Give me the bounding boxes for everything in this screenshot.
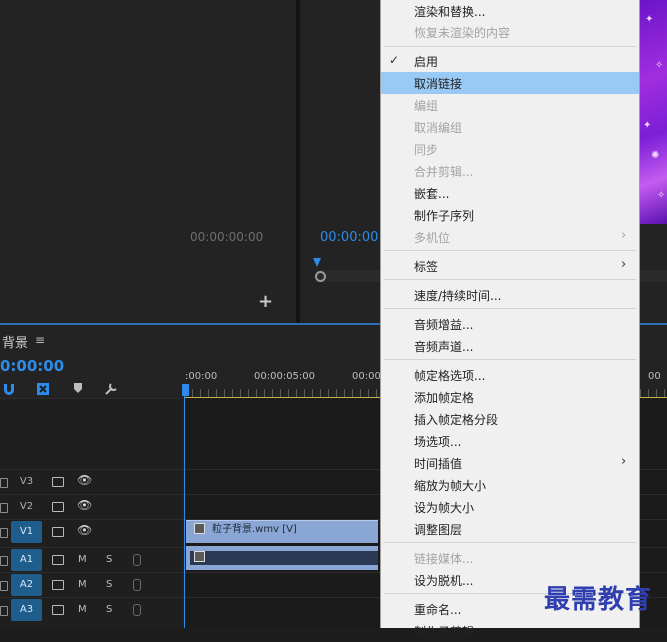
menu-item-audio-gain[interactable]: 音频增益... [381, 313, 639, 335]
sequence-tab-label[interactable]: 背景 [2, 332, 28, 351]
fx-badge-icon [194, 523, 205, 534]
track-label[interactable]: A2 [11, 574, 42, 596]
add-button[interactable]: + [258, 293, 273, 311]
menu-item-label[interactable]: 标签 › [381, 255, 639, 277]
mic-icon[interactable] [133, 554, 141, 566]
check-icon: ✓ [389, 53, 400, 67]
mute-button[interactable]: M [78, 554, 87, 565]
menu-item-ungroup[interactable]: 取消编组 [381, 116, 639, 138]
mic-icon[interactable] [133, 579, 141, 591]
menu-separator [384, 46, 636, 47]
lock-icon[interactable] [0, 503, 8, 513]
program-timecode[interactable]: 00:00:00 [320, 230, 378, 245]
sync-lock-icon[interactable] [52, 555, 64, 565]
eye-icon[interactable]: 👁 [77, 473, 92, 487]
divider [0, 398, 184, 399]
solo-button[interactable]: S [106, 554, 112, 565]
menu-item-nest[interactable]: 嵌套... [381, 182, 639, 204]
lock-icon[interactable] [0, 581, 8, 591]
ruler-label: 00:00 [352, 371, 381, 382]
sparkle-icon: ✦ [645, 14, 654, 25]
playhead-icon[interactable] [182, 384, 189, 396]
menu-item-group[interactable]: 编组 [381, 94, 639, 116]
menu-item-render-replace[interactable]: 渲染和替换... [381, 0, 639, 22]
program-playhead-icon[interactable] [313, 258, 321, 267]
menu-separator [384, 250, 636, 251]
linked-selection-icon[interactable] [36, 382, 50, 396]
sparkle-icon: ✧ [655, 60, 664, 71]
lock-icon[interactable] [0, 556, 8, 566]
menu-item-insert-frame-hold-segment[interactable]: 插入帧定格分段 [381, 408, 639, 430]
mute-button[interactable]: M [78, 604, 87, 615]
menu-item-add-frame-hold[interactable]: 添加帧定格 [381, 386, 639, 408]
track-label[interactable]: A1 [11, 549, 42, 571]
menu-separator [384, 542, 636, 543]
menu-item-synchronize[interactable]: 同步 [381, 138, 639, 160]
sync-lock-icon[interactable] [52, 605, 64, 615]
sparkle-icon: ✺ [651, 150, 660, 161]
menu-item-scale-to-frame-size[interactable]: 缩放为帧大小 [381, 474, 639, 496]
ruler-label: :00:00 [185, 371, 218, 382]
eye-icon[interactable]: 👁 [77, 523, 92, 537]
menu-item-merge-clips[interactable]: 合并剪辑... [381, 160, 639, 182]
menu-item-adjustment-layer[interactable]: 调整图层 [381, 518, 639, 540]
playhead-line [184, 396, 185, 628]
menu-item-set-to-frame-size[interactable]: 设为帧大小 [381, 496, 639, 518]
menu-item-time-interpolation[interactable]: 时间插值 › [381, 452, 639, 474]
menu-item-field-options[interactable]: 场选项... [381, 430, 639, 452]
sparkle-icon: ✧ [657, 190, 666, 201]
source-timecode[interactable]: 00:00:00:00 [190, 230, 263, 244]
menu-item-unlink[interactable]: 取消链接 [381, 72, 639, 94]
magnet-icon[interactable] [2, 382, 16, 396]
fx-badge-icon [194, 551, 205, 562]
lock-icon[interactable] [0, 528, 8, 538]
menu-item-multicamera[interactable]: 多机位 › [381, 226, 639, 248]
menu-item-speed-duration[interactable]: 速度/持续时间... [381, 284, 639, 306]
solo-button[interactable]: S [106, 579, 112, 590]
track-label[interactable]: V1 [11, 521, 42, 543]
lock-icon[interactable] [0, 478, 8, 488]
track-label[interactable]: V3 [11, 471, 42, 493]
menu-item-make-subsequence[interactable]: 制作子序列 [381, 204, 639, 226]
watermark-logo: 最需教育 [544, 585, 653, 615]
ruler-label: 00:00:05:00 [254, 371, 316, 382]
menu-separator [384, 359, 636, 360]
sync-lock-icon[interactable] [52, 502, 64, 512]
sync-lock-icon[interactable] [52, 477, 64, 487]
context-menu: 渲染和替换... 恢复未渲染的内容 ✓ 启用 取消链接 编组 取消编组 同步 合并… [380, 0, 640, 639]
sparkle-icon: ✦ [643, 120, 652, 131]
mute-button[interactable]: M [78, 579, 87, 590]
solo-button[interactable]: S [106, 604, 112, 615]
menu-item-audio-channels[interactable]: 音频声道... [381, 335, 639, 357]
menu-item-enable[interactable]: ✓ 启用 [381, 50, 639, 72]
menu-item-restore-unrendered[interactable]: 恢复未渲染的内容 [381, 21, 639, 43]
menu-item-link-media[interactable]: 链接媒体... [381, 547, 639, 569]
lock-icon[interactable] [0, 606, 8, 616]
track-label[interactable]: V2 [11, 496, 42, 518]
audio-waveform [190, 551, 378, 565]
chevron-right-icon: › [621, 257, 627, 272]
timeline-timecode[interactable]: 0:00:00 [0, 357, 64, 375]
panel-menu-icon[interactable]: ≡ [35, 333, 45, 347]
eye-icon[interactable]: 👁 [77, 498, 92, 512]
ruler-label: 00 [648, 371, 661, 382]
chevron-right-icon: › [621, 228, 627, 243]
sync-lock-icon[interactable] [52, 527, 64, 537]
chevron-right-icon: › [621, 454, 627, 469]
source-monitor [0, 0, 296, 323]
mic-icon[interactable] [133, 604, 141, 616]
program-preview-image: ✦ ✧ ✦ ✺ ✧ [637, 0, 667, 224]
add-marker-icon[interactable] [73, 382, 83, 394]
menu-item-frame-hold-options[interactable]: 帧定格选项... [381, 364, 639, 386]
clip-label: 粒子背景.wmv [V] [212, 524, 297, 535]
menu-item-make-subclip[interactable]: 制作子剪辑 [381, 620, 639, 642]
track-label[interactable]: A3 [11, 599, 42, 621]
wrench-icon[interactable] [104, 382, 118, 396]
scrub-handle[interactable] [315, 271, 326, 282]
menu-separator [384, 308, 636, 309]
menu-separator [384, 279, 636, 280]
sync-lock-icon[interactable] [52, 580, 64, 590]
